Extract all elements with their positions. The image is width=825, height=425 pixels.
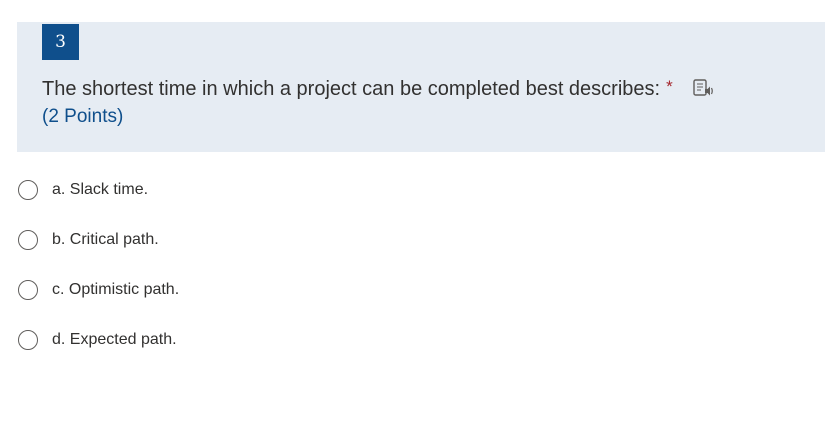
question-text: The shortest time in which a project can… xyxy=(42,78,661,100)
required-marker: * xyxy=(666,77,673,96)
option-d[interactable]: d. Expected path. xyxy=(18,327,798,353)
radio-button[interactable] xyxy=(18,180,38,200)
option-label: a. Slack time. xyxy=(52,181,149,198)
radio-button[interactable] xyxy=(18,230,38,250)
option-label: b. Critical path. xyxy=(52,231,159,248)
radio-button[interactable] xyxy=(18,280,38,300)
option-label: d. Expected path. xyxy=(52,331,177,348)
question-header: 3 The shortest time in which a project c… xyxy=(17,22,825,152)
radio-button[interactable] xyxy=(18,330,38,350)
option-b[interactable]: b. Critical path. xyxy=(18,227,798,253)
question-title: The shortest time in which a project can… xyxy=(42,73,802,131)
answer-options: a. Slack time. b. Critical path. c. Opti… xyxy=(18,177,798,377)
question-points: (2 Points) xyxy=(42,106,124,127)
immersive-reader-icon[interactable] xyxy=(693,78,715,98)
option-label: c. Optimistic path. xyxy=(52,281,180,298)
option-c[interactable]: c. Optimistic path. xyxy=(18,277,798,303)
question-number-badge: 3 xyxy=(42,24,79,60)
option-a[interactable]: a. Slack time. xyxy=(18,177,798,203)
